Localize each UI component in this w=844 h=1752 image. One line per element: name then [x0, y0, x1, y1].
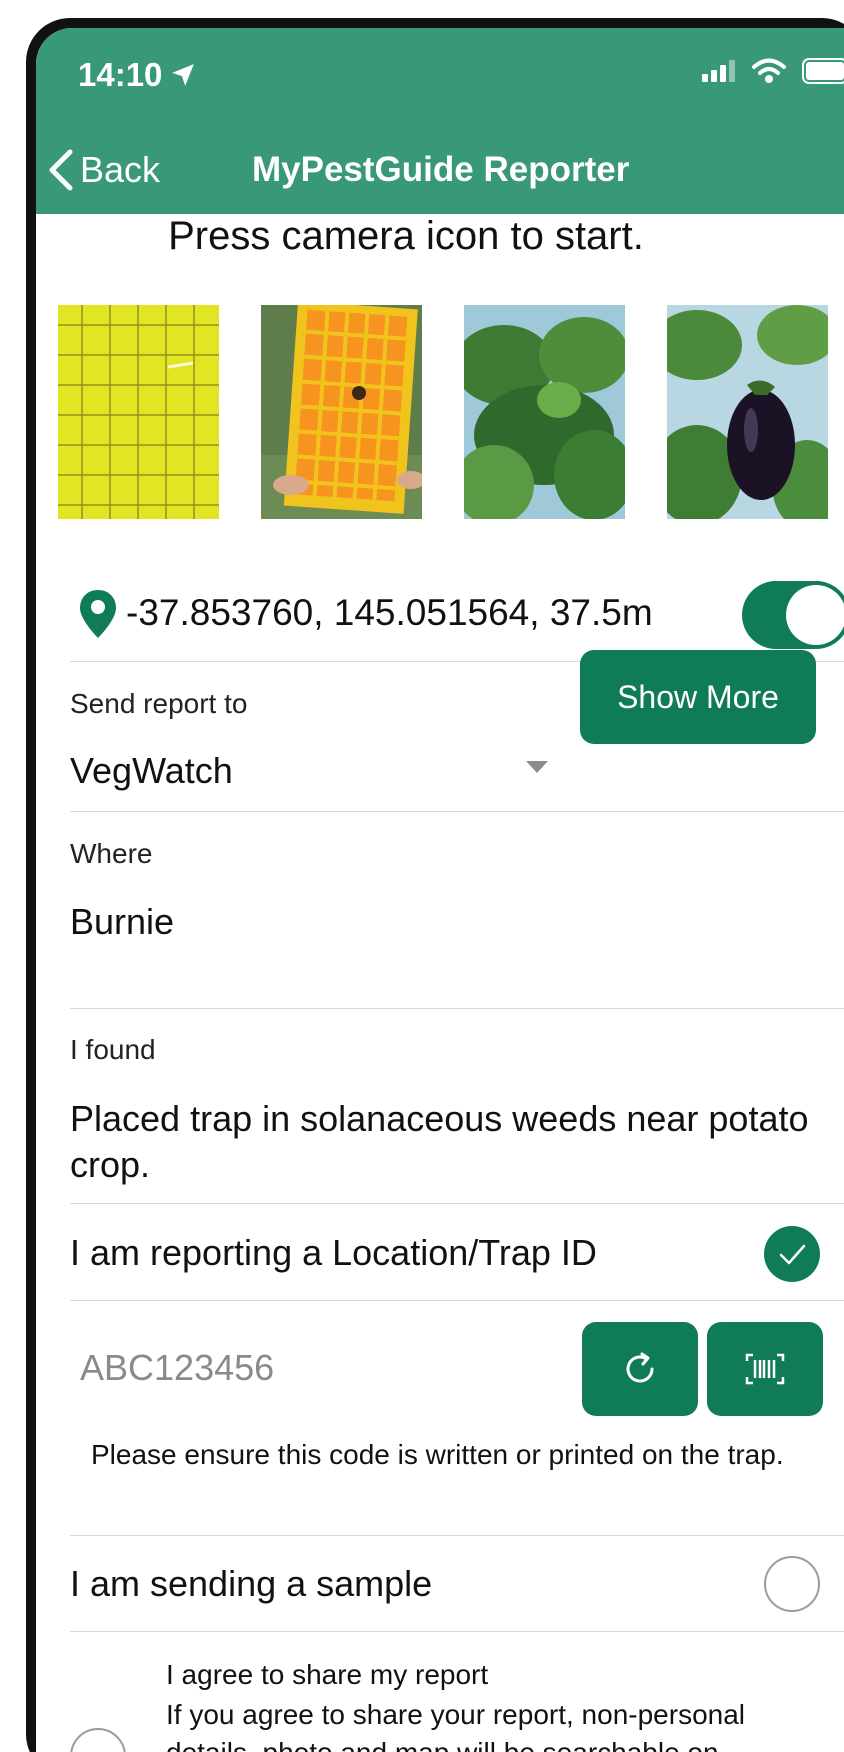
photo-sticky-trap-grid[interactable]	[58, 305, 219, 519]
share-label: I agree to share my report	[166, 1659, 489, 1690]
nav-title: MyPestGuide Reporter	[252, 150, 630, 189]
chevron-left-icon	[49, 149, 73, 191]
trap-id-label: I am reporting a Location/Trap ID	[70, 1232, 597, 1273]
status-time: 14:10	[78, 56, 196, 94]
photo-orange-trap-held[interactable]	[261, 305, 422, 519]
divider	[70, 1300, 844, 1301]
found-field[interactable]: Placed trap in solanaceous weeds near po…	[70, 1096, 820, 1188]
sample-checkbox[interactable]	[764, 1556, 820, 1612]
app-screen: 14:10 Back MyPestGuide Reporter Press ca…	[36, 28, 844, 1752]
photo-plant-foliage[interactable]	[464, 305, 625, 519]
where-label: Where	[70, 838, 153, 869]
back-label: Back	[80, 149, 161, 190]
sample-label: I am sending a sample	[70, 1563, 433, 1604]
send-report-label: Send report to	[70, 688, 248, 719]
wifi-icon	[752, 58, 786, 83]
location-arrow-icon	[172, 64, 195, 86]
nav-bar: Back MyPestGuide Reporter	[36, 128, 844, 214]
divider	[70, 1008, 844, 1009]
location-coordinates: -37.853760, 145.051564, 37.5m	[126, 592, 653, 633]
send-report-select[interactable]: VegWatch	[70, 750, 233, 792]
trap-id-input[interactable]	[80, 1338, 530, 1398]
found-label: I found	[70, 1034, 156, 1065]
signal-icon	[702, 60, 735, 82]
status-time-text: 14:10	[78, 56, 163, 93]
dropdown-arrow-icon[interactable]	[526, 761, 548, 773]
toggle-knob	[786, 585, 844, 645]
divider	[70, 1535, 844, 1536]
photo-strip	[58, 305, 828, 519]
show-more-label: Show More	[617, 678, 779, 715]
barcode-scan-icon	[745, 1353, 785, 1385]
share-checkbox[interactable]	[70, 1728, 126, 1752]
status-icons	[702, 58, 844, 84]
photo-eggplant[interactable]	[667, 305, 828, 519]
where-field[interactable]: Burnie	[70, 901, 174, 943]
trap-id-hint: Please ensure this code is written or pr…	[91, 1439, 784, 1470]
refresh-icon	[626, 1352, 654, 1383]
back-button[interactable]: Back	[46, 148, 160, 192]
battery-icon	[802, 58, 844, 84]
location-row: -37.853760, 145.051564, 37.5m	[70, 578, 844, 649]
camera-prompt-text: Press camera icon to start.	[168, 214, 644, 258]
divider	[70, 1203, 844, 1204]
show-more-button[interactable]: Show More	[580, 650, 816, 744]
divider	[70, 811, 844, 812]
checkmark-icon	[779, 1244, 806, 1265]
share-description: If you agree to share your report, non-p…	[166, 1699, 746, 1752]
regenerate-id-button[interactable]	[582, 1322, 698, 1416]
status-bar: 14:10	[36, 28, 844, 128]
scan-barcode-button[interactable]	[707, 1322, 823, 1416]
location-toggle[interactable]	[742, 581, 844, 649]
divider	[70, 1631, 844, 1632]
map-pin-icon	[80, 590, 116, 638]
trap-id-checkbox[interactable]	[764, 1226, 820, 1282]
camera-prompt: Press camera icon to start.	[36, 214, 844, 259]
